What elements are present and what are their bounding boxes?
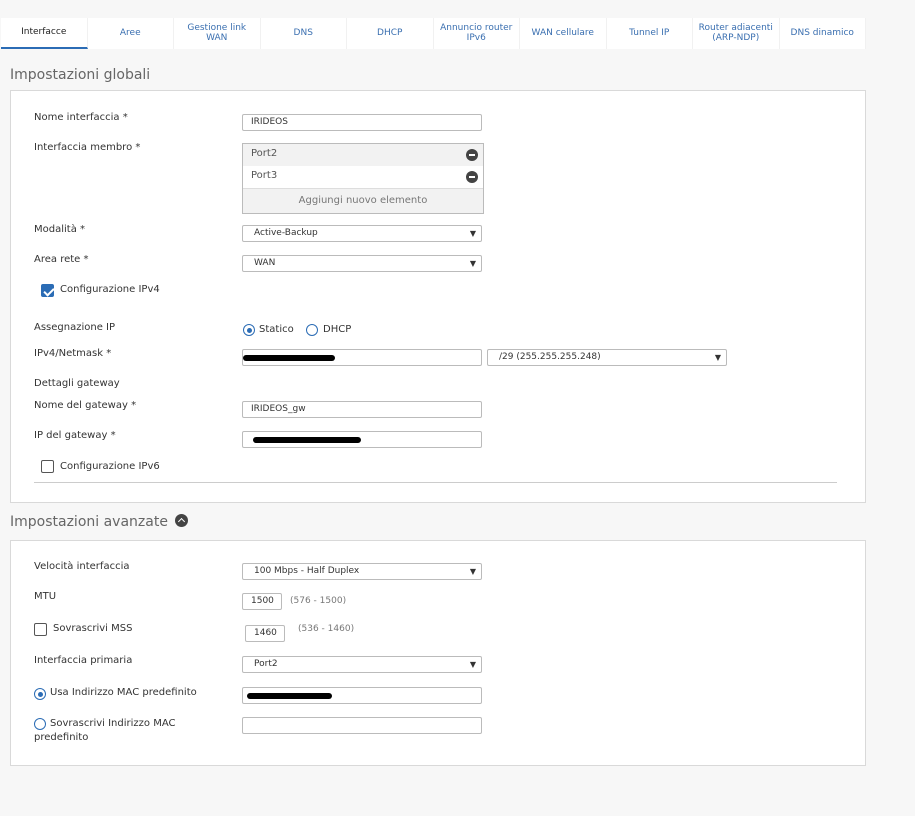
default-mac-input[interactable] bbox=[242, 687, 482, 704]
divider bbox=[34, 482, 837, 483]
mtu-input[interactable]: 1500 bbox=[242, 593, 282, 610]
override-mac-input[interactable] bbox=[242, 717, 482, 734]
tab-wan-cellulare[interactable]: WAN cellulare bbox=[520, 18, 607, 49]
static-label: Statico bbox=[259, 324, 294, 335]
mss-override-label: Sovrascrivi MSS bbox=[53, 623, 133, 634]
primary-interface-label: Interfaccia primaria bbox=[34, 655, 133, 666]
mss-input[interactable]: 1460 bbox=[245, 625, 285, 642]
ipv4-address-input[interactable] bbox=[242, 349, 482, 366]
tab-dns[interactable]: DNS bbox=[261, 18, 347, 49]
gateway-details-label: Dettagli gateway bbox=[34, 378, 120, 389]
tab-annuncio-router-ipv6[interactable]: Annuncio router IPv6 bbox=[434, 18, 520, 49]
mode-label: Modalità * bbox=[34, 224, 86, 235]
advanced-settings-panel: Velocità interfaccia 100 Mbps - Half Dup… bbox=[10, 540, 866, 766]
zone-label: Area rete * bbox=[34, 254, 89, 265]
mode-value: Active-Backup bbox=[254, 228, 318, 238]
global-settings-panel: Nome interfaccia * IRIDEOS Interfaccia m… bbox=[10, 90, 866, 503]
ip-assign-label: Assegnazione IP bbox=[34, 322, 116, 333]
interface-name-input[interactable]: IRIDEOS bbox=[242, 114, 482, 131]
tab-router-adiacenti[interactable]: Router adiacenti (ARP-NDP) bbox=[693, 18, 780, 49]
ipv6-config-label: Configurazione IPv6 bbox=[60, 461, 160, 472]
member-name: Port3 bbox=[251, 170, 278, 181]
gateway-ip-label: IP del gateway * bbox=[34, 430, 116, 441]
default-mac-label: Usa Indirizzo MAC predefinito bbox=[50, 687, 197, 698]
interface-speed-select[interactable]: 100 Mbps - Half Duplex ▼ bbox=[242, 563, 482, 580]
override-mac-label: Sovrascrivi Indirizzo MAC predefinito bbox=[34, 718, 176, 743]
ipv4-netmask-label: IPv4/Netmask * bbox=[34, 348, 112, 359]
caret-down-icon: ▼ bbox=[469, 259, 476, 268]
primary-interface-select[interactable]: Port2 ▼ bbox=[242, 656, 482, 673]
member-name: Port2 bbox=[251, 148, 278, 159]
member-interface-list: Port2 Port3 Aggiungi nuovo elemento bbox=[242, 143, 484, 214]
tab-gestione-link-wan[interactable]: Gestione link WAN bbox=[174, 18, 261, 49]
add-member-button[interactable]: Aggiungi nuovo elemento bbox=[243, 188, 483, 213]
interface-speed-label: Velocità interfaccia bbox=[34, 561, 130, 572]
redaction-mark bbox=[253, 437, 361, 443]
zone-select[interactable]: WAN ▼ bbox=[242, 255, 482, 272]
netmask-select[interactable]: /29 (255.255.255.248) ▼ bbox=[487, 349, 727, 366]
gateway-name-label: Nome del gateway * bbox=[34, 400, 137, 411]
global-settings-title: Impostazioni globali bbox=[10, 67, 151, 83]
chevron-up-icon[interactable] bbox=[175, 514, 189, 527]
netmask-value: /29 (255.255.255.248) bbox=[499, 352, 601, 362]
gateway-ip-input[interactable] bbox=[242, 431, 482, 448]
caret-down-icon: ▼ bbox=[469, 567, 476, 576]
dhcp-radio[interactable] bbox=[306, 324, 318, 336]
minus-circle-icon[interactable] bbox=[466, 149, 478, 161]
redaction-mark bbox=[247, 693, 332, 699]
primary-value: Port2 bbox=[254, 659, 278, 669]
interface-name-label: Nome interfaccia * bbox=[34, 112, 128, 123]
tab-interfacce[interactable]: Interfacce bbox=[1, 18, 88, 49]
tab-tunnel-ip[interactable]: Tunnel IP bbox=[607, 18, 693, 49]
caret-down-icon: ▼ bbox=[469, 229, 476, 238]
mtu-range: (576 - 1500) bbox=[290, 596, 347, 606]
advanced-settings-label: Impostazioni avanzate bbox=[10, 514, 168, 530]
caret-down-icon: ▼ bbox=[469, 660, 476, 669]
static-radio[interactable] bbox=[243, 324, 255, 336]
default-mac-radio[interactable] bbox=[34, 688, 46, 700]
tab-dhcp[interactable]: DHCP bbox=[347, 18, 434, 49]
speed-value: 100 Mbps - Half Duplex bbox=[254, 566, 360, 576]
gateway-name-input[interactable]: IRIDEOS_gw bbox=[242, 401, 482, 418]
ipv4-config-label: Configurazione IPv4 bbox=[60, 284, 160, 295]
ipv6-config-checkbox[interactable] bbox=[41, 460, 54, 473]
ipv4-config-checkbox[interactable] bbox=[41, 284, 54, 297]
advanced-settings-title[interactable]: Impostazioni avanzate bbox=[10, 514, 189, 530]
dhcp-label: DHCP bbox=[323, 324, 352, 335]
minus-circle-icon[interactable] bbox=[466, 171, 478, 183]
mtu-label: MTU bbox=[34, 591, 57, 602]
list-item: Port3 bbox=[243, 166, 483, 188]
tab-dns-dinamico[interactable]: DNS dinamico bbox=[780, 18, 866, 49]
zone-value: WAN bbox=[254, 258, 276, 268]
mss-range: (536 - 1460) bbox=[298, 624, 355, 634]
redaction-mark bbox=[243, 355, 335, 361]
caret-down-icon: ▼ bbox=[714, 353, 721, 362]
tab-bar: Interfacce Aree Gestione link WAN DNS DH… bbox=[1, 18, 866, 49]
mode-select[interactable]: Active-Backup ▼ bbox=[242, 225, 482, 242]
tab-aree[interactable]: Aree bbox=[88, 18, 174, 49]
mss-override-checkbox[interactable] bbox=[34, 623, 47, 636]
list-item: Port2 bbox=[243, 144, 483, 166]
member-interface-label: Interfaccia membro * bbox=[34, 142, 141, 153]
